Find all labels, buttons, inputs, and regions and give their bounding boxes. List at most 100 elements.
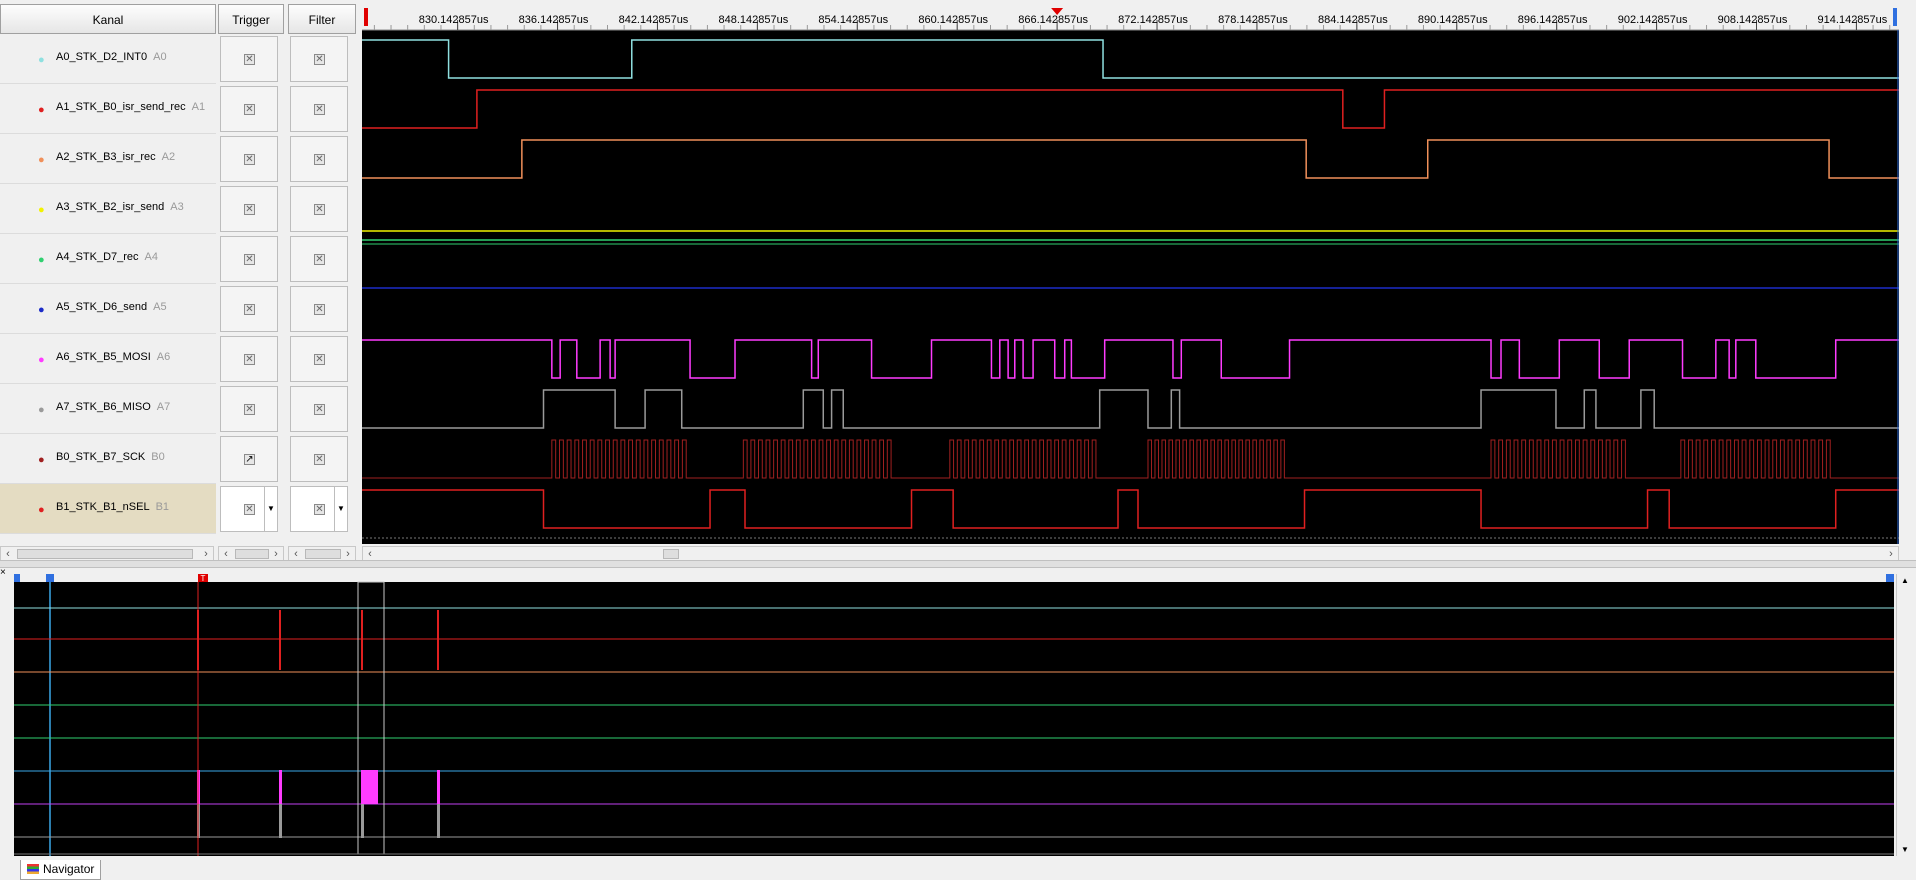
- end-marker-icon[interactable]: [1893, 8, 1897, 26]
- scroll-left-icon[interactable]: ‹: [289, 547, 303, 561]
- channel-row[interactable]: ● A7_STK_B6_MISO A7: [0, 384, 216, 434]
- unchecked-box-icon[interactable]: ✕: [244, 54, 255, 65]
- channel-color-icon[interactable]: ●: [38, 204, 45, 216]
- scroll-thumb[interactable]: [235, 549, 269, 559]
- scroll-left-icon[interactable]: ‹: [363, 547, 377, 561]
- unchecked-box-icon[interactable]: ✕: [244, 404, 255, 415]
- filter-cell[interactable]: ✕: [290, 186, 348, 232]
- unchecked-box-icon[interactable]: ✕: [244, 104, 255, 115]
- unchecked-box-icon[interactable]: ✕: [314, 154, 325, 165]
- navigator-tab[interactable]: Navigator: [20, 860, 102, 880]
- filter-cell[interactable]: ✕: [290, 136, 348, 182]
- trigger-cell[interactable]: ✕: [220, 186, 278, 232]
- rising-edge-icon[interactable]: ↗: [244, 454, 255, 465]
- scroll-right-icon[interactable]: ›: [341, 547, 355, 561]
- channel-column-header[interactable]: Kanal: [0, 4, 216, 34]
- channel-row[interactable]: ● A5_STK_D6_send A5: [0, 284, 216, 334]
- unchecked-box-icon[interactable]: ✕: [314, 204, 325, 215]
- filter-cell[interactable]: ✕: [290, 86, 348, 132]
- navigator-end-marker-icon[interactable]: [1886, 574, 1894, 582]
- scroll-right-icon[interactable]: ›: [269, 547, 283, 561]
- trigger-marker-icon[interactable]: [364, 8, 368, 26]
- ruler-tick-label: 854.142857us: [818, 14, 888, 26]
- trigger-cell[interactable]: ✕: [220, 386, 278, 432]
- channel-name: A6_STK_B5_MOSI: [56, 351, 151, 363]
- channel-color-icon[interactable]: ●: [38, 354, 45, 366]
- unchecked-box-icon[interactable]: ✕: [244, 504, 255, 515]
- channel-row[interactable]: ● A6_STK_B5_MOSI A6: [0, 334, 216, 384]
- ruler-tick-label: 836.142857us: [519, 14, 589, 26]
- ruler-tick-label: 866.142857us: [1018, 14, 1088, 26]
- channel-row[interactable]: ● A2_STK_B3_isr_rec A2: [0, 134, 216, 184]
- channel-row[interactable]: ● B1_STK_B1_nSEL B1: [0, 484, 216, 534]
- filter-column-header[interactable]: Filter: [288, 4, 356, 34]
- channel-color-icon[interactable]: ●: [38, 304, 45, 316]
- channel-pin: A6: [156, 351, 171, 363]
- trigger-cell[interactable]: ✕: [220, 36, 278, 82]
- filter-cell[interactable]: ✕ ▼: [290, 486, 348, 532]
- scroll-thumb[interactable]: [17, 549, 193, 559]
- navigator-vscrollbar[interactable]: ▲ ▼: [1896, 574, 1914, 856]
- dropdown-arrow-icon[interactable]: ▼: [334, 487, 347, 531]
- trigger-cell[interactable]: ✕: [220, 236, 278, 282]
- trigger-cell[interactable]: ✕ ▼: [220, 486, 278, 532]
- channel-color-icon[interactable]: ●: [38, 54, 45, 66]
- channel-row[interactable]: ● A3_STK_B2_isr_send A3: [0, 184, 216, 234]
- filter-cell[interactable]: ✕: [290, 386, 348, 432]
- channel-pin: A1: [191, 101, 206, 113]
- unchecked-box-icon[interactable]: ✕: [244, 154, 255, 165]
- channel-color-icon[interactable]: ●: [38, 404, 45, 416]
- trigger-cell[interactable]: ✕: [220, 336, 278, 382]
- filter-cell[interactable]: ✕: [290, 436, 348, 482]
- channel-color-icon[interactable]: ●: [38, 154, 45, 166]
- unchecked-box-icon[interactable]: ✕: [314, 54, 325, 65]
- scroll-right-icon[interactable]: ›: [1884, 547, 1898, 561]
- scroll-down-icon[interactable]: ▼: [1897, 845, 1913, 854]
- channel-row[interactable]: ● A0_STK_D2_INT0 A0: [0, 34, 216, 84]
- channel-color-icon[interactable]: ●: [38, 454, 45, 466]
- trigger-cell[interactable]: ✕: [220, 286, 278, 332]
- scroll-left-icon[interactable]: ‹: [1, 547, 15, 561]
- channel-color-icon[interactable]: ●: [38, 104, 45, 116]
- unchecked-box-icon[interactable]: ✕: [314, 304, 325, 315]
- unchecked-box-icon[interactable]: ✕: [314, 454, 325, 465]
- scroll-up-icon[interactable]: ▲: [1897, 576, 1913, 585]
- unchecked-box-icon[interactable]: ✕: [314, 354, 325, 365]
- navigator-start-marker-icon[interactable]: [14, 574, 20, 582]
- unchecked-box-icon[interactable]: ✕: [244, 354, 255, 365]
- trigger-cell[interactable]: ✕: [220, 136, 278, 182]
- scroll-left-icon[interactable]: ‹: [219, 547, 233, 561]
- navigator-overview[interactable]: T: [14, 574, 1894, 856]
- navigator-cursor-marker-icon[interactable]: [46, 574, 54, 582]
- scroll-right-icon[interactable]: ›: [199, 547, 213, 561]
- unchecked-box-icon[interactable]: ✕: [244, 304, 255, 315]
- channel-pin: A3: [170, 201, 184, 213]
- unchecked-box-icon[interactable]: ✕: [314, 254, 325, 265]
- pane-splitter[interactable]: [0, 560, 1916, 568]
- scroll-thumb[interactable]: [305, 549, 341, 559]
- unchecked-box-icon[interactable]: ✕: [244, 204, 255, 215]
- channel-row[interactable]: ● A4_STK_D7_rec A4: [0, 234, 216, 284]
- filter-cell[interactable]: ✕: [290, 236, 348, 282]
- channel-row[interactable]: ● B0_STK_B7_SCK B0: [0, 434, 216, 484]
- trigger-column-header[interactable]: Trigger: [218, 4, 284, 34]
- channel-color-icon[interactable]: ●: [38, 504, 45, 516]
- unchecked-box-icon[interactable]: ✕: [314, 404, 325, 415]
- waveform-background: [362, 4, 1899, 544]
- close-icon[interactable]: ×: [0, 568, 10, 578]
- filter-cell[interactable]: ✕: [290, 336, 348, 382]
- navigator-ruler: [14, 574, 1894, 582]
- scroll-thumb[interactable]: [663, 549, 679, 559]
- unchecked-box-icon[interactable]: ✕: [314, 104, 325, 115]
- channel-color-icon[interactable]: ●: [38, 254, 45, 266]
- unchecked-box-icon[interactable]: ✕: [244, 254, 255, 265]
- waveform-view[interactable]: 830.142857us 836.142857us 842.142857us 848.…: [362, 4, 1899, 544]
- channel-row[interactable]: ● A1_STK_B0_isr_send_rec A1: [0, 84, 216, 134]
- trigger-cell[interactable]: ↗: [220, 436, 278, 482]
- ruler-tick-label: 842.142857us: [619, 14, 689, 26]
- trigger-cell[interactable]: ✕: [220, 86, 278, 132]
- unchecked-box-icon[interactable]: ✕: [314, 504, 325, 515]
- filter-cell[interactable]: ✕: [290, 36, 348, 82]
- dropdown-arrow-icon[interactable]: ▼: [264, 487, 277, 531]
- filter-cell[interactable]: ✕: [290, 286, 348, 332]
